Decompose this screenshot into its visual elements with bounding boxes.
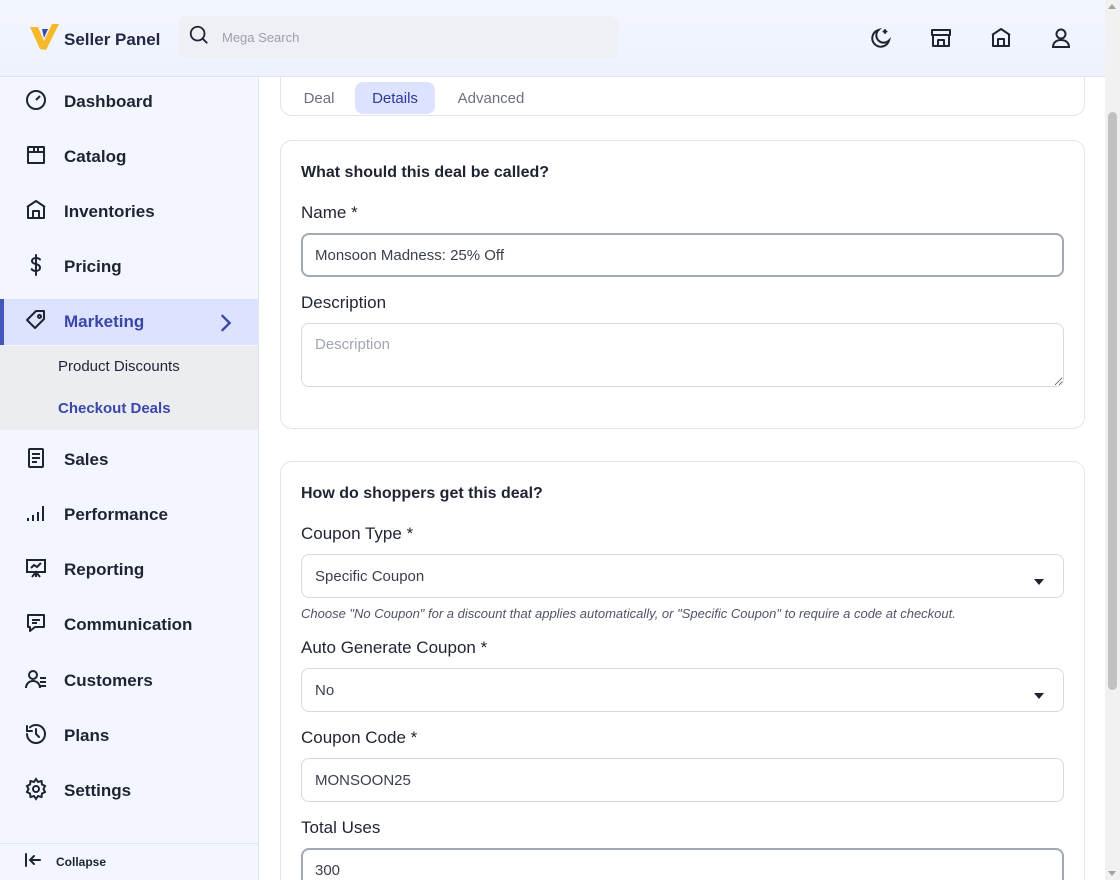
store-icon[interactable] (929, 26, 953, 50)
history-icon (24, 722, 48, 751)
sidebar-item-customers[interactable]: Customers (0, 658, 258, 704)
deal-name-card: What should this deal be called? Name * … (280, 140, 1085, 429)
main-content: Deal Details Advanced What should this d… (260, 77, 1105, 880)
required-mark: * (410, 728, 418, 747)
sidebar-item-settings[interactable]: Settings (0, 768, 258, 814)
coupon-type-select[interactable]: Specific Coupon (301, 554, 1064, 598)
description-field[interactable] (301, 323, 1064, 387)
search-input[interactable] (222, 30, 602, 45)
auto-generate-select[interactable]: No (301, 668, 1064, 712)
brand-name: Seller Panel (64, 29, 161, 49)
sidebar-item-label: Pricing (64, 257, 122, 276)
sidebar-item-label: Inventories (64, 202, 155, 221)
total-uses-label: Total Uses (301, 818, 381, 837)
sidebar-item-label: Customers (64, 671, 153, 690)
scroll-up-arrow[interactable] (1108, 4, 1116, 9)
mega-search[interactable] (178, 16, 618, 59)
sidebar-item-marketing[interactable]: Marketing (0, 299, 258, 345)
required-mark: * (351, 203, 358, 222)
top-header: Seller Panel (0, 0, 1105, 77)
bars-icon (24, 501, 48, 530)
caret-down-icon (1033, 687, 1045, 699)
sidebar-item-communication[interactable]: Communication (0, 602, 258, 648)
users-icon (24, 667, 48, 696)
warehouse-icon[interactable] (989, 26, 1013, 50)
warehouse-icon (24, 198, 48, 227)
sidebar-item-label: Performance (64, 505, 168, 524)
sidebar-item-inventories[interactable]: Inventories (0, 189, 258, 235)
tab-deal[interactable]: Deal (291, 82, 347, 114)
sidebar-item-label: Plans (64, 726, 110, 745)
card-title: What should this deal be called? (301, 164, 550, 181)
caret-down-icon (1033, 573, 1045, 585)
sidebar-item-label: Marketing (64, 312, 145, 331)
gear-icon (24, 776, 48, 806)
sidebar-item-label: Communication (64, 615, 193, 634)
scroll-thumb[interactable] (1108, 112, 1117, 690)
scroll-down-arrow[interactable] (1108, 871, 1116, 876)
subnav-product-discounts[interactable]: Product Discounts (58, 358, 180, 375)
name-field[interactable] (301, 233, 1064, 277)
page-scrollbar[interactable] (1105, 0, 1120, 880)
name-label: Name * (301, 203, 358, 222)
collapse-arrow-icon (24, 851, 42, 874)
description-label: Description (301, 293, 387, 312)
sidebar-item-label: Reporting (64, 560, 145, 579)
sidebar-item-plans[interactable]: Plans (0, 713, 258, 759)
sidebar-item-label: Settings (64, 781, 132, 800)
required-mark: * (480, 638, 488, 657)
sidebar-item-label: Dashboard (64, 92, 153, 111)
required-mark: * (406, 524, 414, 543)
auto-generate-label: Auto Generate Coupon * (301, 638, 488, 657)
box-icon (24, 143, 48, 172)
search-icon (188, 24, 210, 51)
chat-icon (24, 611, 48, 640)
presentation-icon (24, 556, 48, 585)
subnav-checkout-deals[interactable]: Checkout Deals (58, 400, 171, 417)
coupon-type-label: Coupon Type * (301, 524, 414, 543)
user-icon[interactable] (1049, 26, 1073, 50)
brand[interactable]: Seller Panel (28, 21, 160, 58)
collapse-button[interactable]: Collapse (0, 843, 258, 880)
dollar-icon (24, 253, 48, 282)
chevron-right-icon (214, 311, 234, 332)
gauge-icon (24, 88, 48, 117)
receipt-icon (24, 446, 48, 475)
collapse-label: Collapse (56, 855, 107, 869)
tab-details[interactable]: Details (355, 82, 435, 114)
coupon-code-field[interactable] (301, 758, 1064, 802)
tag-icon (24, 308, 48, 337)
tab-advanced[interactable]: Advanced (443, 82, 539, 114)
sidebar-item-dashboard[interactable]: Dashboard (0, 79, 258, 125)
sidebar-item-sales[interactable]: Sales (0, 437, 258, 483)
card-title: How do shoppers get this deal? (301, 485, 543, 502)
coupon-type-hint: Choose "No Coupon" for a discount that a… (301, 606, 956, 621)
sidebar-item-reporting[interactable]: Reporting (0, 547, 258, 593)
sidebar-item-catalog[interactable]: Catalog (0, 134, 258, 180)
coupon-card: How do shoppers get this deal? Coupon Ty… (280, 461, 1085, 880)
sidebar-item-label: Sales (64, 450, 109, 469)
moon-icon[interactable] (869, 26, 893, 50)
sidebar: Dashboard Catalog Inventories Pricing Ma… (0, 77, 259, 880)
coupon-code-label: Coupon Code * (301, 728, 418, 747)
tabs-bar: Deal Details Advanced (280, 77, 1085, 116)
marketing-submenu: Product Discounts Checkout Deals (0, 346, 258, 430)
coupon-type-value: Specific Coupon (315, 567, 425, 585)
sidebar-item-pricing[interactable]: Pricing (0, 244, 258, 290)
sidebar-item-performance[interactable]: Performance (0, 492, 258, 538)
sidebar-item-label: Catalog (64, 147, 127, 166)
v-logo-icon (28, 21, 60, 58)
total-uses-field[interactable] (301, 848, 1064, 880)
auto-generate-value: No (315, 681, 335, 699)
